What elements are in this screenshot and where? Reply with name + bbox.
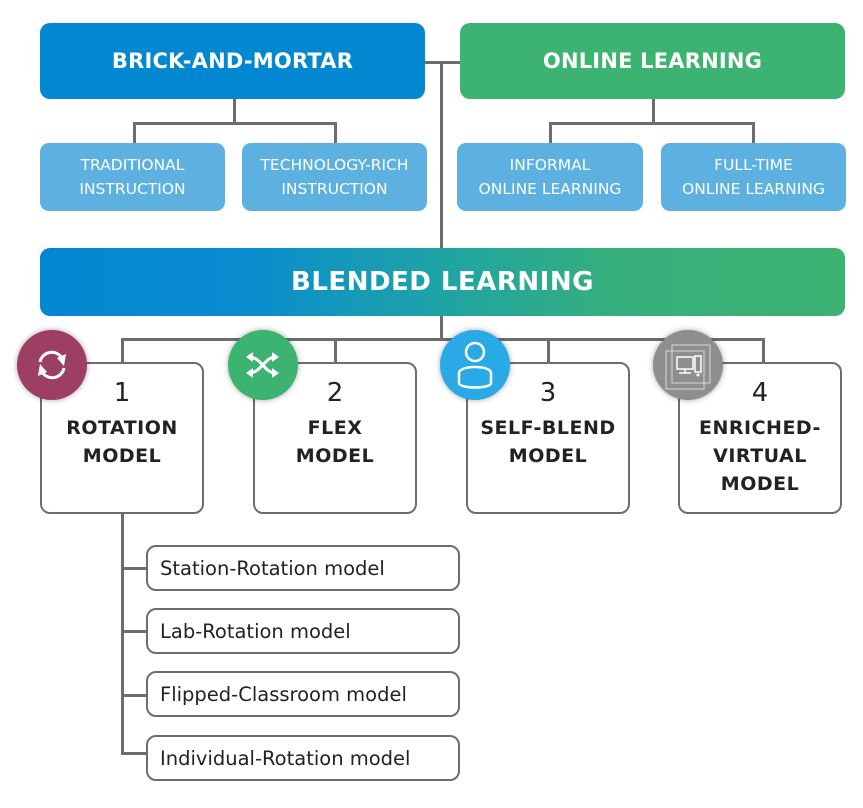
online-learning-box: ONLINE LEARNING bbox=[460, 23, 845, 99]
connector-online-l bbox=[549, 122, 552, 143]
traditional-instruction-label: TRADITIONAL INSTRUCTION bbox=[79, 156, 186, 198]
computer-icon bbox=[653, 330, 723, 400]
connector-sub-4 bbox=[121, 752, 147, 755]
connector-online-r bbox=[752, 122, 755, 143]
connector-model-3 bbox=[547, 338, 550, 363]
person-icon bbox=[440, 330, 510, 400]
informal-online-learning-label: INFORMAL ONLINE LEARNING bbox=[478, 156, 622, 198]
connector-blend-down bbox=[440, 316, 443, 340]
connector-rotation-trunk bbox=[121, 514, 124, 753]
blended-learning-label: BLENDED LEARNING bbox=[291, 267, 594, 297]
submodel-individual-rotation: Individual-Rotation model bbox=[146, 735, 460, 781]
model-title: FLEX MODEL bbox=[295, 417, 375, 467]
connector-model-1 bbox=[121, 338, 124, 363]
submodel-label: Flipped-Classroom model bbox=[160, 682, 407, 706]
connector-trunk bbox=[440, 61, 443, 248]
connector-sub-2 bbox=[121, 630, 147, 633]
connector-model-4 bbox=[762, 338, 765, 363]
technology-rich-instruction-label: TECHNOLOGY-RICH INSTRUCTION bbox=[260, 156, 409, 198]
submodel-label: Station-Rotation model bbox=[160, 556, 385, 580]
submodel-flipped-classroom: Flipped-Classroom model bbox=[146, 671, 460, 717]
connector-brick-h bbox=[133, 122, 336, 125]
brick-and-mortar-label: BRICK-AND-MORTAR bbox=[111, 49, 354, 73]
submodel-label: Individual-Rotation model bbox=[160, 746, 411, 770]
shuffle-icon bbox=[228, 330, 298, 400]
full-time-online-learning-box: FULL-TIME ONLINE LEARNING bbox=[661, 143, 846, 211]
online-learning-label: ONLINE LEARNING bbox=[542, 49, 763, 73]
brick-and-mortar-box: BRICK-AND-MORTAR bbox=[40, 23, 425, 99]
connector-sub-1 bbox=[121, 567, 147, 570]
traditional-instruction-box: TRADITIONAL INSTRUCTION bbox=[40, 143, 225, 211]
connector-brick-down bbox=[233, 99, 236, 123]
submodel-lab-rotation: Lab-Rotation model bbox=[146, 608, 460, 654]
model-title: ENRICHED- VIRTUAL MODEL bbox=[699, 417, 821, 495]
submodel-station-rotation: Station-Rotation model bbox=[146, 545, 460, 591]
connector-top-horizontal bbox=[425, 61, 461, 64]
connector-online-h bbox=[549, 122, 754, 125]
full-time-online-learning-label: FULL-TIME ONLINE LEARNING bbox=[682, 156, 825, 198]
blended-learning-banner: BLENDED LEARNING bbox=[40, 248, 845, 316]
rotate-arrows-icon bbox=[17, 330, 87, 400]
connector-sub-3 bbox=[121, 694, 147, 697]
submodel-label: Lab-Rotation model bbox=[160, 619, 351, 643]
connector-model-2 bbox=[334, 338, 337, 363]
connector-online-down bbox=[652, 99, 655, 123]
informal-online-learning-box: INFORMAL ONLINE LEARNING bbox=[457, 143, 643, 211]
connector-brick-r bbox=[334, 122, 337, 143]
model-title: ROTATION MODEL bbox=[66, 417, 178, 467]
model-title: SELF-BLEND MODEL bbox=[480, 417, 616, 467]
connector-brick-l bbox=[133, 122, 136, 143]
technology-rich-instruction-box: TECHNOLOGY-RICH INSTRUCTION bbox=[242, 143, 427, 211]
